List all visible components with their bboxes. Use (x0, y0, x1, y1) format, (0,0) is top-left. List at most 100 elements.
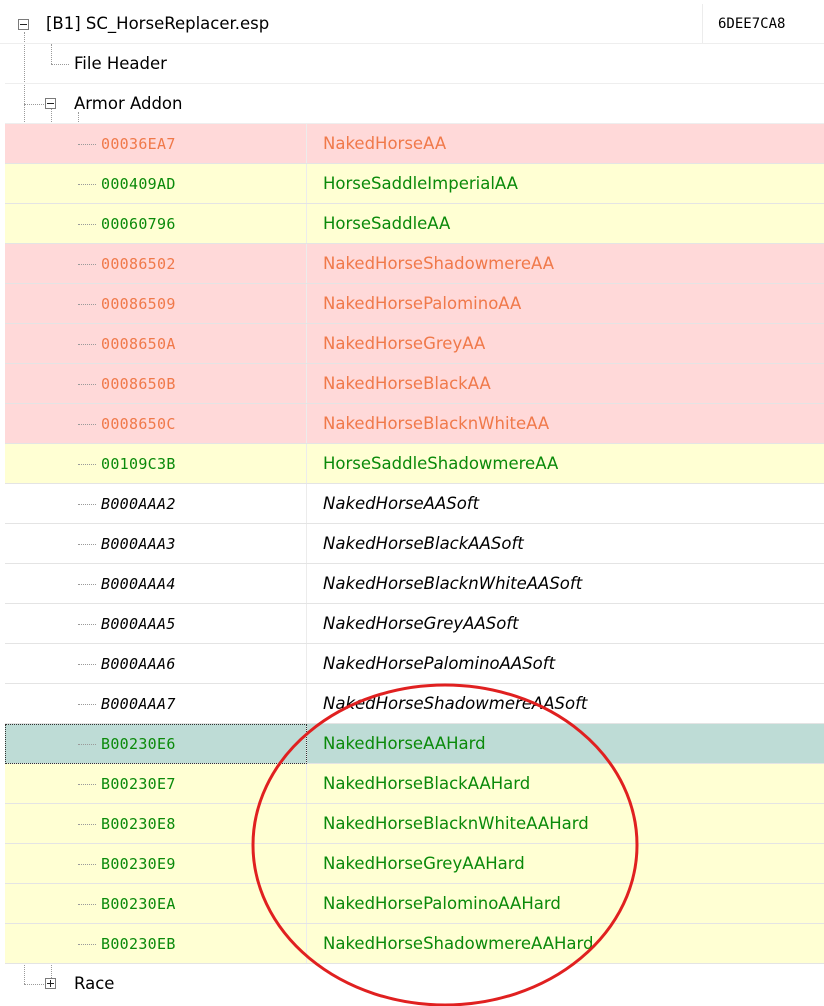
record-formid: 00036EA7 (101, 135, 176, 153)
column-separator (306, 884, 307, 923)
record-editor-id: NakedHorseShadowmereAAHard (323, 934, 594, 953)
record-editor-id: NakedHorseShadowmereAASoft (323, 694, 588, 713)
tree-line (78, 224, 96, 225)
record-row[interactable]: B00230E8 NakedHorseBlacknWhiteAAHard (5, 804, 824, 844)
record-row[interactable]: B00230E6 NakedHorseAAHard (5, 724, 824, 764)
record-row[interactable]: B000AAA2 NakedHorseAASoft (5, 484, 824, 524)
record-editor-id: NakedHorseAAHard (323, 734, 486, 753)
column-separator (306, 284, 307, 323)
plugin-row[interactable]: [B1] SC_HorseReplacer.esp 6DEE7CA8 (0, 4, 824, 44)
record-row[interactable]: B000AAA6 NakedHorsePalominoAASoft (5, 644, 824, 684)
tree-line (78, 624, 96, 625)
tree-line (78, 464, 96, 465)
armor-addon-label: Armor Addon (74, 94, 183, 113)
record-formid: B000AAA4 (101, 575, 176, 593)
record-formid: B000AAA7 (101, 695, 176, 713)
armor-addon-row[interactable]: Armor Addon (5, 84, 824, 124)
record-row[interactable]: 00086502 NakedHorseShadowmereAA (5, 244, 824, 284)
record-formid: B000AAA5 (101, 615, 176, 633)
record-row[interactable]: B00230EA NakedHorsePalominoAAHard (5, 884, 824, 924)
column-separator (306, 724, 307, 763)
race-label: Race (74, 974, 115, 993)
record-row[interactable]: 00036EA7 NakedHorseAA (5, 124, 824, 164)
record-editor-id: HorseSaddleShadowmereAA (323, 454, 559, 473)
column-separator (306, 164, 307, 203)
column-separator (306, 764, 307, 803)
plus-box-icon[interactable] (45, 978, 56, 989)
tree-line (78, 584, 96, 585)
record-formid: 00086509 (101, 295, 176, 313)
record-row[interactable]: 0008650A NakedHorseGreyAA (5, 324, 824, 364)
record-editor-id: NakedHorseBlacknWhiteAA (323, 414, 550, 433)
record-row[interactable]: 00086509 NakedHorsePalominoAA (5, 284, 824, 324)
record-row[interactable]: 0008650C NakedHorseBlacknWhiteAA (5, 404, 824, 444)
minus-box-icon[interactable] (18, 19, 29, 30)
record-formid: B00230E6 (101, 735, 176, 753)
record-row[interactable]: B00230E9 NakedHorseGreyAAHard (5, 844, 824, 884)
record-editor-id: HorseSaddleImperialAA (323, 174, 518, 193)
column-separator (306, 444, 307, 483)
column-separator (306, 524, 307, 563)
record-formid: B00230EA (101, 895, 176, 913)
record-formid: 00086502 (101, 255, 176, 273)
record-formid: 00060796 (101, 215, 176, 233)
tree-line (78, 944, 96, 945)
record-row[interactable]: 00060796 HorseSaddleAA (5, 204, 824, 244)
tree-line (78, 264, 96, 265)
plugin-crc: 6DEE7CA8 (718, 16, 786, 32)
record-editor-id: NakedHorseGreyAA (323, 334, 486, 353)
record-editor-id: NakedHorseBlackAAHard (323, 774, 531, 793)
plugin-label: [B1] SC_HorseReplacer.esp (46, 14, 270, 33)
record-editor-id: NakedHorseBlackAA (323, 374, 491, 393)
column-separator (306, 644, 307, 683)
record-formid: 000409AD (101, 175, 176, 193)
record-editor-id: NakedHorseGreyAASoft (323, 614, 519, 633)
column-separator (306, 684, 307, 723)
minus-box-icon[interactable] (45, 98, 56, 109)
record-editor-id: NakedHorseBlacknWhiteAAHard (323, 814, 589, 833)
tree-line (78, 384, 96, 385)
record-row[interactable]: B00230E7 NakedHorseBlackAAHard (5, 764, 824, 804)
record-editor-id: NakedHorseGreyAAHard (323, 854, 525, 873)
record-row[interactable]: B000AAA7 NakedHorseShadowmereAASoft (5, 684, 824, 724)
column-separator (306, 844, 307, 883)
record-formid: 0008650B (101, 375, 176, 393)
tree-line (78, 504, 96, 505)
tree-line (78, 904, 96, 905)
column-separator (306, 804, 307, 843)
tree-line (78, 784, 96, 785)
record-row[interactable]: 000409AD HorseSaddleImperialAA (5, 164, 824, 204)
tree-line (78, 824, 96, 825)
record-row[interactable]: B000AAA3 NakedHorseBlackAASoft (5, 524, 824, 564)
record-formid: 0008650C (101, 415, 176, 433)
column-separator (306, 484, 307, 523)
record-row[interactable]: B00230EB NakedHorseShadowmereAAHard (5, 924, 824, 964)
record-tree: [B1] SC_HorseReplacer.esp 6DEE7CA8 File … (0, 0, 824, 1006)
column-separator (306, 604, 307, 643)
tree-line (78, 664, 96, 665)
tree-line (78, 744, 96, 745)
file-header-label: File Header (74, 54, 167, 73)
column-separator (306, 364, 307, 403)
record-formid: B00230E9 (101, 855, 176, 873)
tree-line (78, 344, 96, 345)
record-row[interactable]: B000AAA5 NakedHorseGreyAASoft (5, 604, 824, 644)
column-separator (306, 244, 307, 283)
record-editor-id: NakedHorseBlackAASoft (323, 534, 524, 553)
column-separator (306, 404, 307, 443)
record-editor-id: NakedHorsePalominoAAHard (323, 894, 561, 913)
column-separator (306, 924, 307, 963)
record-formid: B000AAA3 (101, 535, 176, 553)
tree-line (78, 144, 96, 145)
file-header-row[interactable]: File Header (5, 44, 824, 84)
record-row[interactable]: B000AAA4 NakedHorseBlacknWhiteAASoft (5, 564, 824, 604)
race-row[interactable]: Race (5, 964, 824, 1004)
record-formid: 00109C3B (101, 455, 176, 473)
record-row[interactable]: 0008650B NakedHorseBlackAA (5, 364, 824, 404)
tree-line (78, 704, 96, 705)
column-separator (306, 324, 307, 363)
record-row[interactable]: 00109C3B HorseSaddleShadowmereAA (5, 444, 824, 484)
record-formid: B000AAA2 (101, 495, 176, 513)
tree-line (78, 864, 96, 865)
column-separator (306, 124, 307, 163)
